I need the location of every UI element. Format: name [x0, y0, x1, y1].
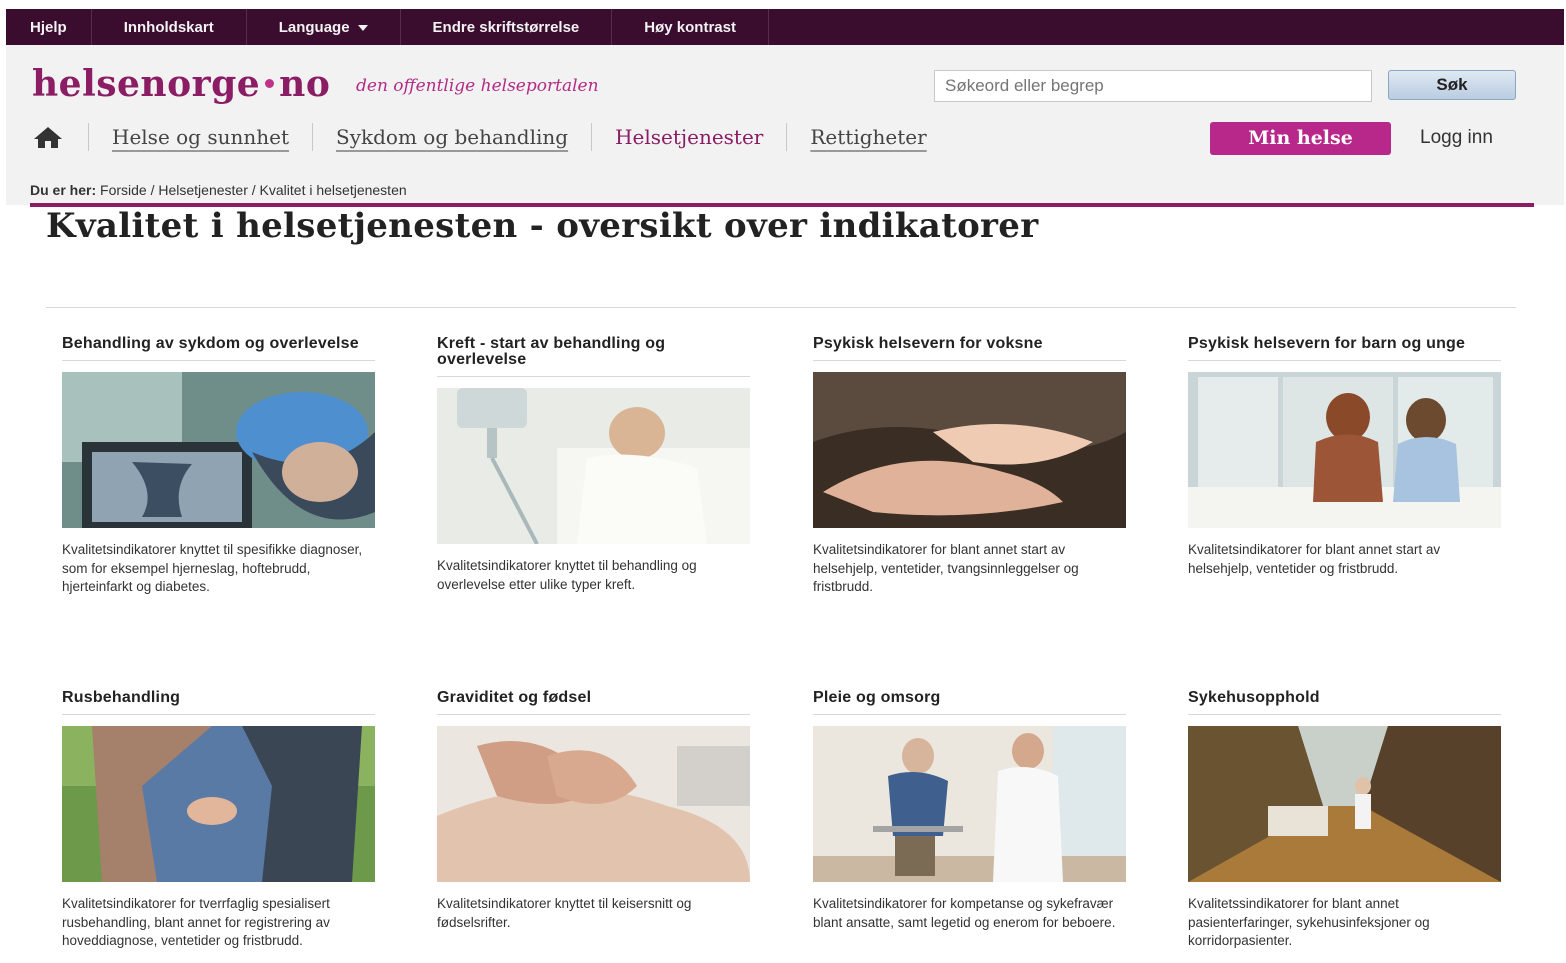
card-description: Kvalitetsindikatorer knyttet til spesifi…: [62, 542, 363, 594]
min-helse-button[interactable]: Min helse: [1210, 122, 1391, 155]
card-description: Kvalitetsindikatorer for blant annet sta…: [1188, 542, 1441, 576]
card-description: Kvalitetsindikatorer for blant annet sta…: [813, 542, 1079, 594]
search-input[interactable]: [934, 70, 1372, 102]
logo-text-right: no: [279, 63, 331, 105]
logo-text-left: helsenorge: [32, 63, 261, 105]
language-label: Language: [278, 18, 350, 36]
surgeon-monitor-image[interactable]: [62, 372, 375, 528]
sitemap-link[interactable]: Innholdskart: [92, 9, 247, 45]
language-menu[interactable]: Language: [247, 9, 401, 45]
card-description: Kvalitetsindikatorer knyttet til keisers…: [437, 896, 692, 930]
nav-helse-og-sunnhet[interactable]: Helse og sunnhet: [89, 125, 312, 149]
login-link[interactable]: Logg inn: [1420, 127, 1493, 149]
site-tagline: den offentlige helseportalen: [356, 76, 599, 96]
site-header: helsenorge no den offentlige helseportale…: [6, 45, 1564, 205]
card-title[interactable]: Psykisk helsevern for voksne: [813, 336, 1126, 361]
font-size-link[interactable]: Endre skriftstørrelse: [401, 9, 613, 45]
utility-bar: Hjelp Innholdskart Language Endre skrift…: [6, 9, 1564, 45]
breadcrumb: Du er her: Forside / Helsetjenester / Kv…: [30, 182, 407, 198]
card-title[interactable]: Kreft - start av behandling og overlevel…: [437, 336, 750, 377]
holding-hands-image[interactable]: [813, 372, 1126, 528]
hospital-corridor-image[interactable]: [1188, 726, 1501, 882]
nav-sykdom-og-behandling[interactable]: Sykdom og behandling: [313, 125, 591, 149]
card-description: Kvalitetssindikatorer for blant annet pa…: [1188, 896, 1430, 948]
card-title[interactable]: Psykisk helsevern for barn og unge: [1188, 336, 1501, 361]
iv-drip-patient-image[interactable]: [437, 388, 750, 544]
logo-dot-icon: [265, 78, 275, 88]
card-kreft: Kreft - start av behandling og overlevel…: [437, 336, 750, 594]
card-graviditet: Graviditet og fødsel Kvalitetsindikatore…: [437, 690, 750, 932]
card-rusbehandling: Rusbehandling Kvalitetsindikatorer for t…: [62, 690, 375, 951]
card-psykisk-voksne: Psykisk helsevern for voksne Kvalitetsin…: [813, 336, 1126, 597]
card-title[interactable]: Rusbehandling: [62, 690, 375, 715]
children-window-image[interactable]: [1188, 372, 1501, 528]
help-link[interactable]: Hjelp: [6, 9, 92, 45]
site-logo[interactable]: helsenorge no: [32, 63, 330, 105]
high-contrast-link[interactable]: Høy kontrast: [612, 9, 769, 45]
card-title[interactable]: Behandling av sykdom og overlevelse: [62, 336, 375, 361]
card-sykehusopphold: Sykehusopphold Kvalitetssindikatorer for…: [1188, 690, 1501, 951]
card-description: Kvalitetsindikatorer for tverrfaglig spe…: [62, 896, 330, 948]
card-title[interactable]: Pleie og omsorg: [813, 690, 1126, 715]
breadcrumb-label: Du er her:: [30, 182, 97, 198]
search-button[interactable]: Søk: [1388, 70, 1516, 100]
card-psykisk-barn: Psykisk helsevern for barn og unge Kvali…: [1188, 336, 1501, 578]
nav-helsetjenester[interactable]: Helsetjenester: [592, 125, 786, 149]
page-title: Kvalitet i helsetjenesten - oversikt ove…: [46, 206, 1039, 246]
content-divider: [46, 307, 1516, 308]
card-title[interactable]: Graviditet og fødsel: [437, 690, 750, 715]
nav-rettigheter[interactable]: Rettigheter: [787, 125, 949, 149]
card-pleie: Pleie og omsorg Kvalitetsindikatorer for…: [813, 690, 1126, 932]
breadcrumb-current: Kvalitet i helsetjenesten: [259, 182, 407, 198]
breadcrumb-forside[interactable]: Forside: [100, 182, 147, 198]
card-description: Kvalitetsindikatorer knyttet til behandl…: [437, 558, 697, 592]
couple-holding-hands-image[interactable]: [62, 726, 375, 882]
elderly-walker-nurse-image[interactable]: [813, 726, 1126, 882]
card-description: Kvalitetsindikatorer for kompetanse og s…: [813, 896, 1116, 930]
caret-down-icon: [357, 25, 368, 31]
card-behandling: Behandling av sykdom og overlevelse Kval…: [62, 336, 375, 597]
card-title[interactable]: Sykehusopphold: [1188, 690, 1501, 715]
home-icon[interactable]: [30, 123, 66, 151]
pregnant-belly-image[interactable]: [437, 726, 750, 882]
main-nav: Helse og sunnhet Sykdom og behandling He…: [30, 117, 950, 157]
breadcrumb-helsetjenester[interactable]: Helsetjenester: [158, 182, 248, 198]
